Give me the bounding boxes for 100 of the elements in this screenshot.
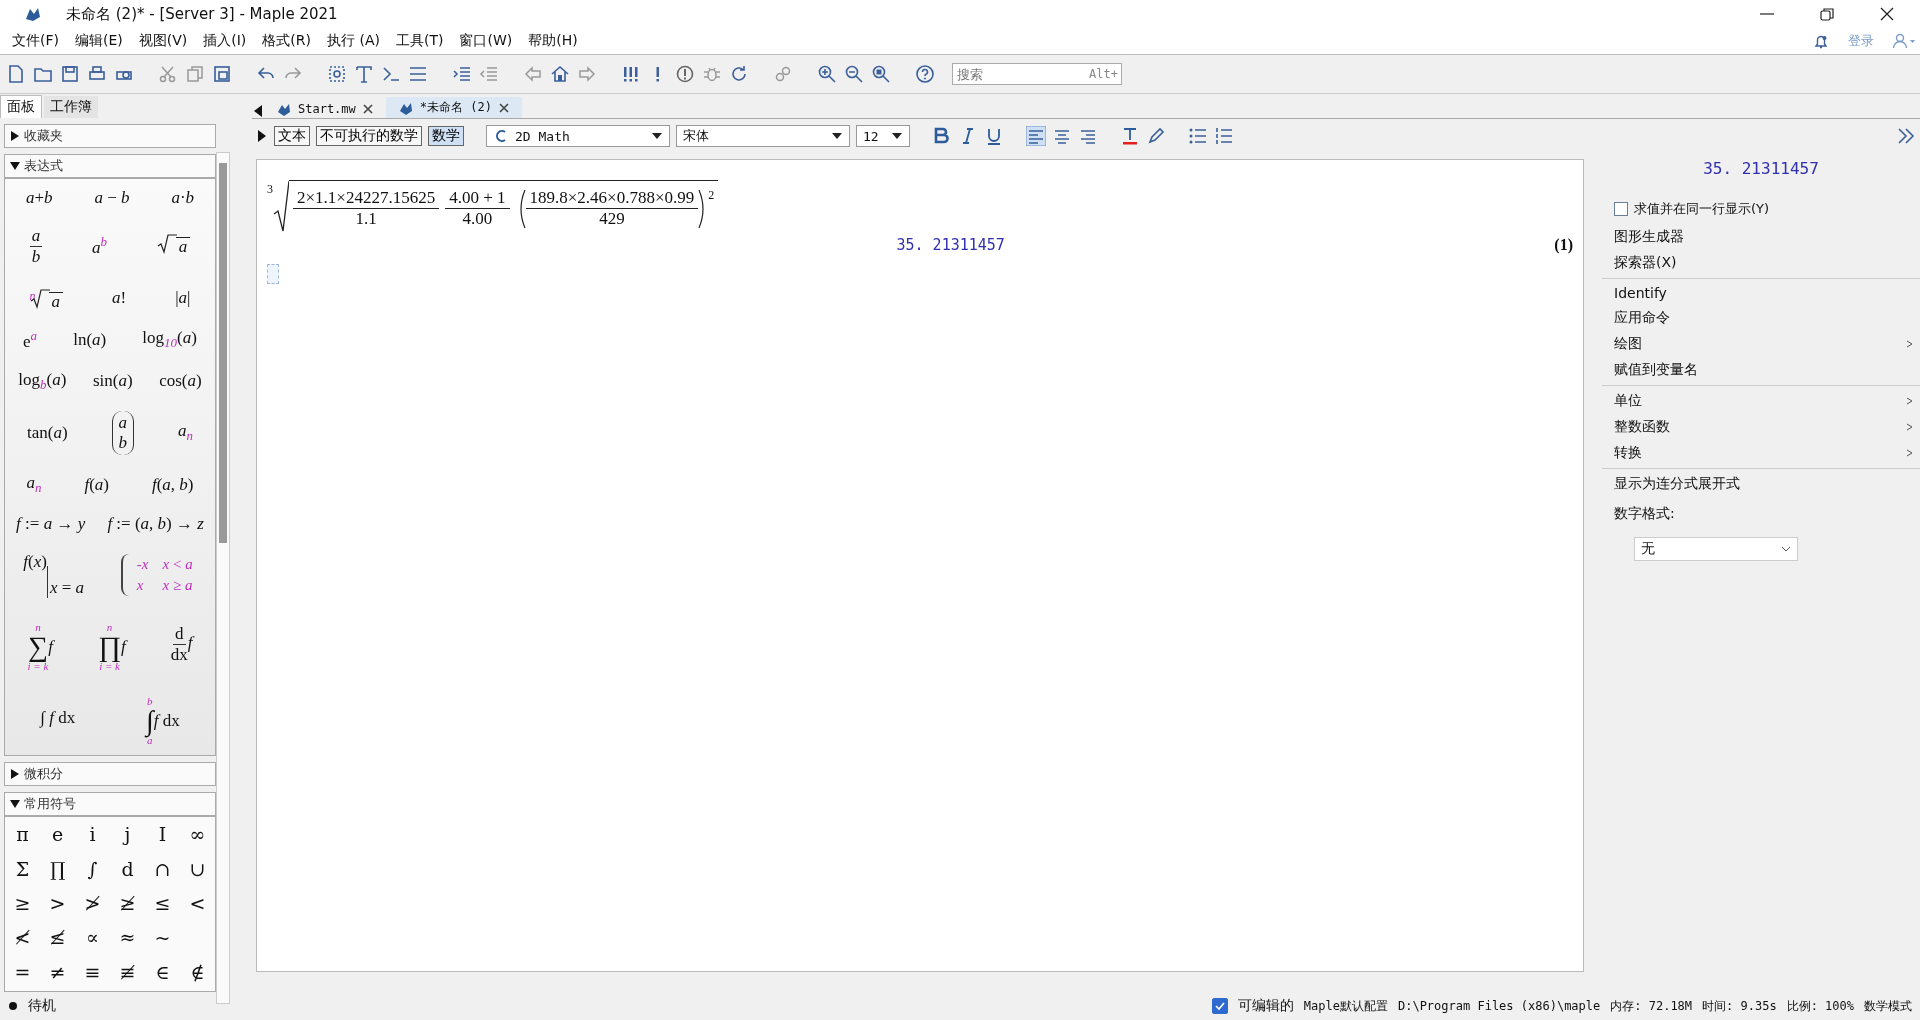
checkbox[interactable] [1614, 202, 1628, 216]
symbol-template[interactable]: > [40, 892, 75, 917]
restart-icon[interactable] [729, 64, 749, 84]
close-icon[interactable] [1878, 5, 1896, 23]
symbol-template[interactable]: e [40, 823, 75, 848]
palette-header[interactable]: 常用符号 [4, 792, 216, 817]
new-file-icon[interactable] [6, 64, 26, 84]
symbol-template[interactable]: ≠ [40, 960, 75, 985]
scrollbar[interactable] [216, 152, 230, 1004]
menu-item[interactable]: 插入(I) [195, 32, 255, 50]
palette-header[interactable]: 微积分 [4, 762, 216, 787]
menu-item[interactable]: 执行 (A) [319, 32, 388, 50]
execute-all-icon[interactable] [621, 64, 641, 84]
symbol-template[interactable]: ∉ [180, 960, 215, 985]
interrupt-icon[interactable] [675, 64, 695, 84]
context-menu-item[interactable]: 绘图 [1602, 331, 1920, 357]
save-icon[interactable] [60, 64, 80, 84]
dropdown-arrow-icon[interactable] [651, 131, 663, 141]
menu-item[interactable]: 视图(V) [130, 32, 196, 50]
mode-button[interactable]: 数学 [428, 126, 464, 146]
expression-template: a − b [94, 188, 130, 207]
menu-item[interactable]: 帮助(H) [520, 32, 586, 50]
section-icon[interactable] [408, 64, 428, 84]
expand-panel-icon[interactable] [256, 129, 268, 143]
menu-item[interactable]: 窗口(W) [451, 32, 521, 50]
symbol-template[interactable]: ∏ [40, 857, 75, 883]
symbol-template[interactable]: ~ [145, 926, 180, 951]
symbol-template[interactable]: d [110, 857, 145, 883]
context-menu-item[interactable]: 赋值到变量名 [1602, 357, 1920, 383]
zoom-in-icon[interactable] [817, 64, 837, 84]
symbol-template[interactable]: < [180, 892, 215, 917]
font-dropdown[interactable]: 宋体 [676, 125, 850, 147]
symbol-template[interactable]: π [5, 823, 40, 848]
symbol-template[interactable]: ≤ [145, 892, 180, 917]
context-menu-item[interactable]: 图形生成器 [1602, 224, 1920, 250]
bold-icon[interactable] [932, 126, 952, 146]
context-menu-item[interactable]: 转换 [1602, 440, 1920, 466]
result-value: 35. 21311457 [1702, 158, 1820, 180]
style-dropdown[interactable]: 2D Math [486, 125, 670, 147]
symbol-template[interactable]: ≈ [110, 926, 145, 951]
context-menu-item[interactable]: 单位 [1602, 388, 1920, 414]
zoom-fit-icon[interactable] [871, 64, 891, 84]
symbol-template[interactable]: Σ [5, 857, 40, 883]
menu-item[interactable]: 格式(R) [254, 32, 319, 50]
text-mode-icon[interactable] [354, 64, 374, 84]
output-value: 35. 21311457 [895, 236, 1006, 254]
numbered-list-icon[interactable] [1214, 126, 1234, 146]
document-tab[interactable]: *未命名 (2) [385, 97, 522, 118]
dropdown-arrow-icon[interactable] [831, 131, 843, 141]
menu-item[interactable]: 文件(F) [4, 32, 67, 50]
context-menu-item[interactable]: 整数函数 [1602, 414, 1920, 440]
menu-item[interactable]: 工具(T) [387, 32, 452, 50]
symbol-template[interactable]: ≮ [5, 926, 40, 951]
close-tab-icon[interactable] [361, 103, 374, 115]
symbol-template[interactable]: ≥ [5, 892, 40, 917]
context-menu-item[interactable]: 应用命令 [1602, 305, 1920, 331]
panel-tab[interactable]: 面板 [0, 95, 42, 118]
mode-button[interactable]: 不可执行的数学 [316, 126, 422, 146]
symbol-template[interactable]: ≢ [110, 960, 145, 985]
symbol-template[interactable]: j [110, 823, 145, 848]
restore-icon[interactable] [1818, 5, 1836, 23]
bullet-list-icon[interactable] [1188, 126, 1208, 146]
symbol-template[interactable]: ∞ [180, 823, 215, 848]
symbol-template[interactable]: ≱ [110, 892, 145, 917]
symbol-template[interactable]: ≰ [40, 926, 75, 951]
user-icon[interactable] [1892, 32, 1916, 50]
symbol-template[interactable]: ≡ [75, 960, 110, 985]
symbol-template[interactable]: ∝ [75, 926, 110, 951]
context-menu-item[interactable]: 显示为连分式展开式 [1602, 471, 1920, 497]
indent-icon[interactable] [452, 64, 472, 84]
palette-header[interactable]: 收藏夹 [4, 124, 216, 148]
context-menu-item[interactable]: 探索器(X) [1602, 250, 1920, 276]
checkbox[interactable] [1211, 998, 1228, 1014]
help-icon[interactable] [915, 64, 935, 84]
symbol-template[interactable]: ∪ [180, 857, 215, 883]
dropdown-arrow-icon[interactable] [891, 131, 903, 141]
paste-icon[interactable] [212, 64, 232, 84]
close-tab-icon[interactable] [497, 101, 510, 114]
symbol-template[interactable]: ≯ [75, 892, 110, 917]
prompt-icon[interactable] [381, 64, 401, 84]
context-menu-item[interactable]: Identify [1602, 281, 1920, 305]
number-format-dropdown[interactable]: 无 [1634, 537, 1798, 561]
mode-button[interactable]: 文本 [274, 126, 310, 146]
zoom-out-icon[interactable] [844, 64, 864, 84]
palette-header[interactable]: 表达式 [4, 154, 216, 178]
symbol-template[interactable]: = [5, 960, 40, 985]
home-icon[interactable] [550, 64, 570, 84]
expand-context-panel-icon[interactable] [1896, 126, 1916, 146]
menu-item[interactable]: 编辑(E) [67, 32, 131, 50]
symbol-template[interactable]: i [75, 823, 110, 848]
align-left-icon[interactable] [1026, 126, 1046, 146]
highlighter-icon[interactable] [1146, 126, 1166, 146]
symbol-template[interactable]: I [145, 823, 180, 848]
symbol-template[interactable]: ∫ [75, 857, 110, 883]
panel-tab[interactable]: 工作簿 [44, 96, 98, 118]
text-color-icon[interactable] [1120, 126, 1140, 146]
size-dropdown[interactable]: 12 [856, 125, 910, 147]
symbol-template[interactable]: ∈ [145, 960, 180, 985]
symbol-template[interactable]: ∩ [145, 857, 180, 883]
bracket-select-icon[interactable] [327, 64, 347, 84]
